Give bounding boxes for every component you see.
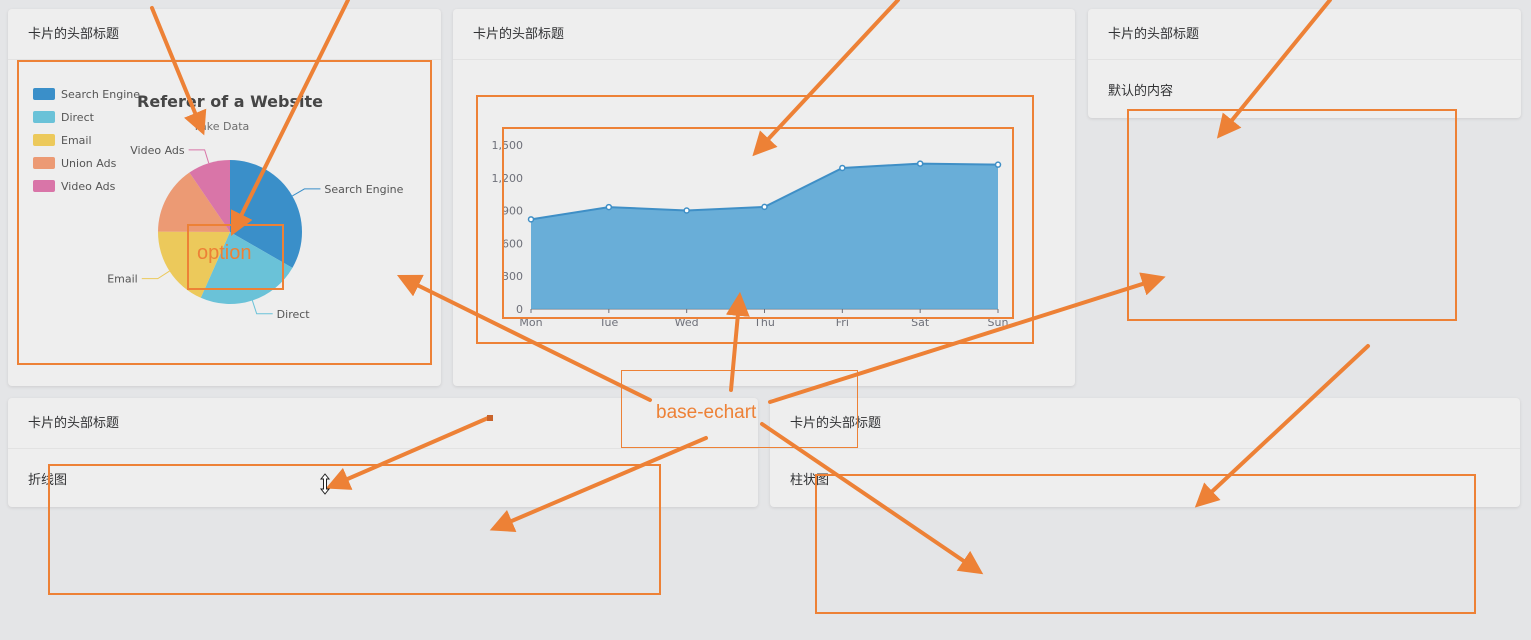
card-header-title: 卡片的头部标题 <box>770 398 1520 449</box>
card-header-title: 卡片的头部标题 <box>453 9 1075 60</box>
card-header-title: 卡片的头部标题 <box>1088 9 1521 60</box>
default-card-highlight-box <box>1127 109 1457 321</box>
pie-chart-highlight-box <box>17 60 432 365</box>
base-echart-label: base-echart <box>656 402 757 423</box>
card-header-title: 卡片的头部标题 <box>8 9 441 60</box>
card-body: 默认的内容 <box>1108 84 1174 99</box>
line-card-highlight-box <box>48 464 661 595</box>
option-label: option <box>197 242 252 264</box>
line-chart-inner-highlight-box <box>502 127 1014 319</box>
default-card: 卡片的头部标题 默认的内容 <box>1088 9 1521 118</box>
bar-card-highlight-box <box>815 474 1476 614</box>
